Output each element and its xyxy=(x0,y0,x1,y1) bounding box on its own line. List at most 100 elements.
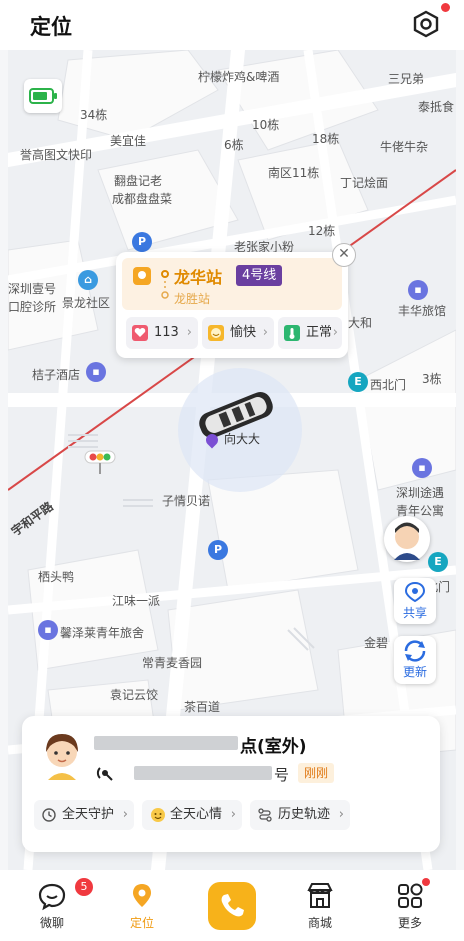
map-label: 袁记云饺 xyxy=(110,688,159,702)
tab-mall-label: 商城 xyxy=(307,916,332,930)
share-button[interactable]: 共享 xyxy=(394,578,436,624)
map-label: 口腔诊所 xyxy=(8,300,57,314)
map-label: 34栋 xyxy=(80,108,108,122)
map-label: 南区11栋 xyxy=(268,166,320,180)
traffic-light-icon xyxy=(84,450,116,474)
settings-notification-dot xyxy=(441,3,450,12)
signal-icon xyxy=(96,767,113,781)
clock-icon xyxy=(42,808,56,822)
route-dots-icon xyxy=(161,270,169,299)
bank-icon[interactable]: ⌂ xyxy=(78,270,98,290)
tab-more-label: 更多 xyxy=(397,916,422,930)
battery-indicator[interactable] xyxy=(24,79,62,113)
parking-icon[interactable]: P xyxy=(132,232,152,252)
chevron-right-icon: › xyxy=(122,807,128,822)
map-label: 西北门 xyxy=(370,378,407,392)
chevron-right-icon: › xyxy=(338,807,344,822)
hotel-icon[interactable]: ▪ xyxy=(408,280,428,300)
map-label: 柠檬炸鸡&啤酒 xyxy=(198,70,280,84)
map-label: 江味一派 xyxy=(112,594,161,608)
phone-icon xyxy=(221,894,244,917)
chevron-right-icon: › xyxy=(332,325,338,340)
map-label: 子情贝诺 xyxy=(162,494,211,508)
next-station-name: 龙胜站 xyxy=(174,292,211,306)
exit-icon[interactable]: E xyxy=(428,552,448,572)
parking-icon[interactable]: P xyxy=(208,540,228,560)
more-notification-dot xyxy=(422,878,430,886)
history-track-label: 历史轨迹 xyxy=(278,807,331,822)
page-title: 定位 xyxy=(30,15,72,39)
location-tab-icon xyxy=(133,884,151,907)
map-label: 丁记烩面 xyxy=(340,176,389,190)
close-icon[interactable]: ✕ xyxy=(332,243,356,267)
avatar-icon xyxy=(394,522,420,560)
chat-icon xyxy=(38,883,66,911)
location-popup[interactable]: 龙华站 4号线 龙胜站 113 › 愉快 › 正常 › xyxy=(116,252,348,358)
chevron-right-icon: › xyxy=(230,807,236,822)
child-avatar-icon xyxy=(46,734,78,780)
hotel-icon[interactable]: ▪ xyxy=(412,458,432,478)
update-time-badge: 刚刚 xyxy=(298,763,335,783)
refresh-icon xyxy=(404,640,426,662)
grid-more-icon xyxy=(398,883,423,908)
route-icon xyxy=(258,808,272,822)
map-label: 三兄弟 xyxy=(388,72,425,86)
call-button[interactable] xyxy=(208,882,256,930)
chevron-right-icon: › xyxy=(186,325,192,340)
share-label: 共享 xyxy=(402,606,427,620)
hotel-icon[interactable]: ▪ xyxy=(38,620,58,640)
thermometer-icon xyxy=(284,325,300,341)
map-label: 馨泽莱青年旅舍 xyxy=(60,626,145,640)
smile-icon xyxy=(208,325,224,341)
top-bar: 定位 xyxy=(0,0,464,50)
exit-icon[interactable]: E xyxy=(348,372,368,392)
map-label: 桔子酒店 xyxy=(32,368,81,382)
battery-icon xyxy=(29,88,57,104)
map-label: 茶百道 xyxy=(184,700,221,714)
map-label: 18栋 xyxy=(312,132,340,146)
settings-icon[interactable] xyxy=(412,10,440,38)
heart-icon xyxy=(132,325,148,341)
store-icon xyxy=(307,883,333,908)
all-day-mood-button[interactable]: 全天心情 › xyxy=(142,800,242,830)
emoji-icon xyxy=(151,808,165,822)
tab-location-label: 定位 xyxy=(129,916,154,930)
history-track-button[interactable]: 历史轨迹 › xyxy=(250,800,350,830)
car-marker-icon xyxy=(199,392,273,438)
map-label: 金碧 xyxy=(364,636,389,650)
all-day-guard-label: 全天守护 xyxy=(62,807,115,822)
chat-unread-badge: 5 xyxy=(75,878,93,896)
hotel-icon[interactable]: ▪ xyxy=(86,362,106,382)
device-info-card: 点(室外) 号 刚刚 全天守护 › 全天心情 › 历史轨迹 › xyxy=(22,716,440,852)
all-day-mood-label: 全天心情 xyxy=(170,807,223,822)
metro-info[interactable]: 龙华站 4号线 龙胜站 xyxy=(122,258,342,310)
map-label: 6栋 xyxy=(224,138,244,152)
map-label: 12栋 xyxy=(308,224,336,238)
map-label: 常青麦香园 xyxy=(142,656,203,670)
all-day-guard-button[interactable]: 全天守护 › xyxy=(34,800,134,830)
temperature-value: 正常 xyxy=(306,325,333,340)
map-label: 泰抵食 xyxy=(418,100,455,114)
mood-pill[interactable]: 愉快 › xyxy=(202,317,274,349)
heart-rate-pill[interactable]: 113 › xyxy=(126,317,198,349)
metro-line-badge: 4号线 xyxy=(236,265,283,286)
location-marker-icon xyxy=(133,267,151,285)
map-label: 成都盘盘菜 xyxy=(112,192,173,206)
temperature-pill[interactable]: 正常 › xyxy=(278,317,342,349)
tab-chat-label: 微聊 xyxy=(39,916,64,930)
contact-avatar[interactable] xyxy=(384,516,430,562)
map-label: 3栋 xyxy=(422,372,442,386)
map-label: 牛佬牛杂 xyxy=(380,140,429,154)
heart-rate-value: 113 xyxy=(154,325,179,340)
map-label: 翻盘记老 xyxy=(114,174,163,188)
refresh-button[interactable]: 更新 xyxy=(394,636,436,684)
map-label: 丰华旅馆 xyxy=(398,304,447,318)
location-address: 点(室外) xyxy=(240,737,307,757)
map-label: 深圳壹号 xyxy=(8,282,57,296)
redacted-address xyxy=(94,736,238,750)
mood-value: 愉快 xyxy=(230,325,257,340)
map-label: 10栋 xyxy=(252,118,280,132)
map-label: 誉高图文快印 xyxy=(20,148,93,162)
map-label: 景龙社区 xyxy=(62,296,111,310)
redacted-number xyxy=(134,766,272,780)
